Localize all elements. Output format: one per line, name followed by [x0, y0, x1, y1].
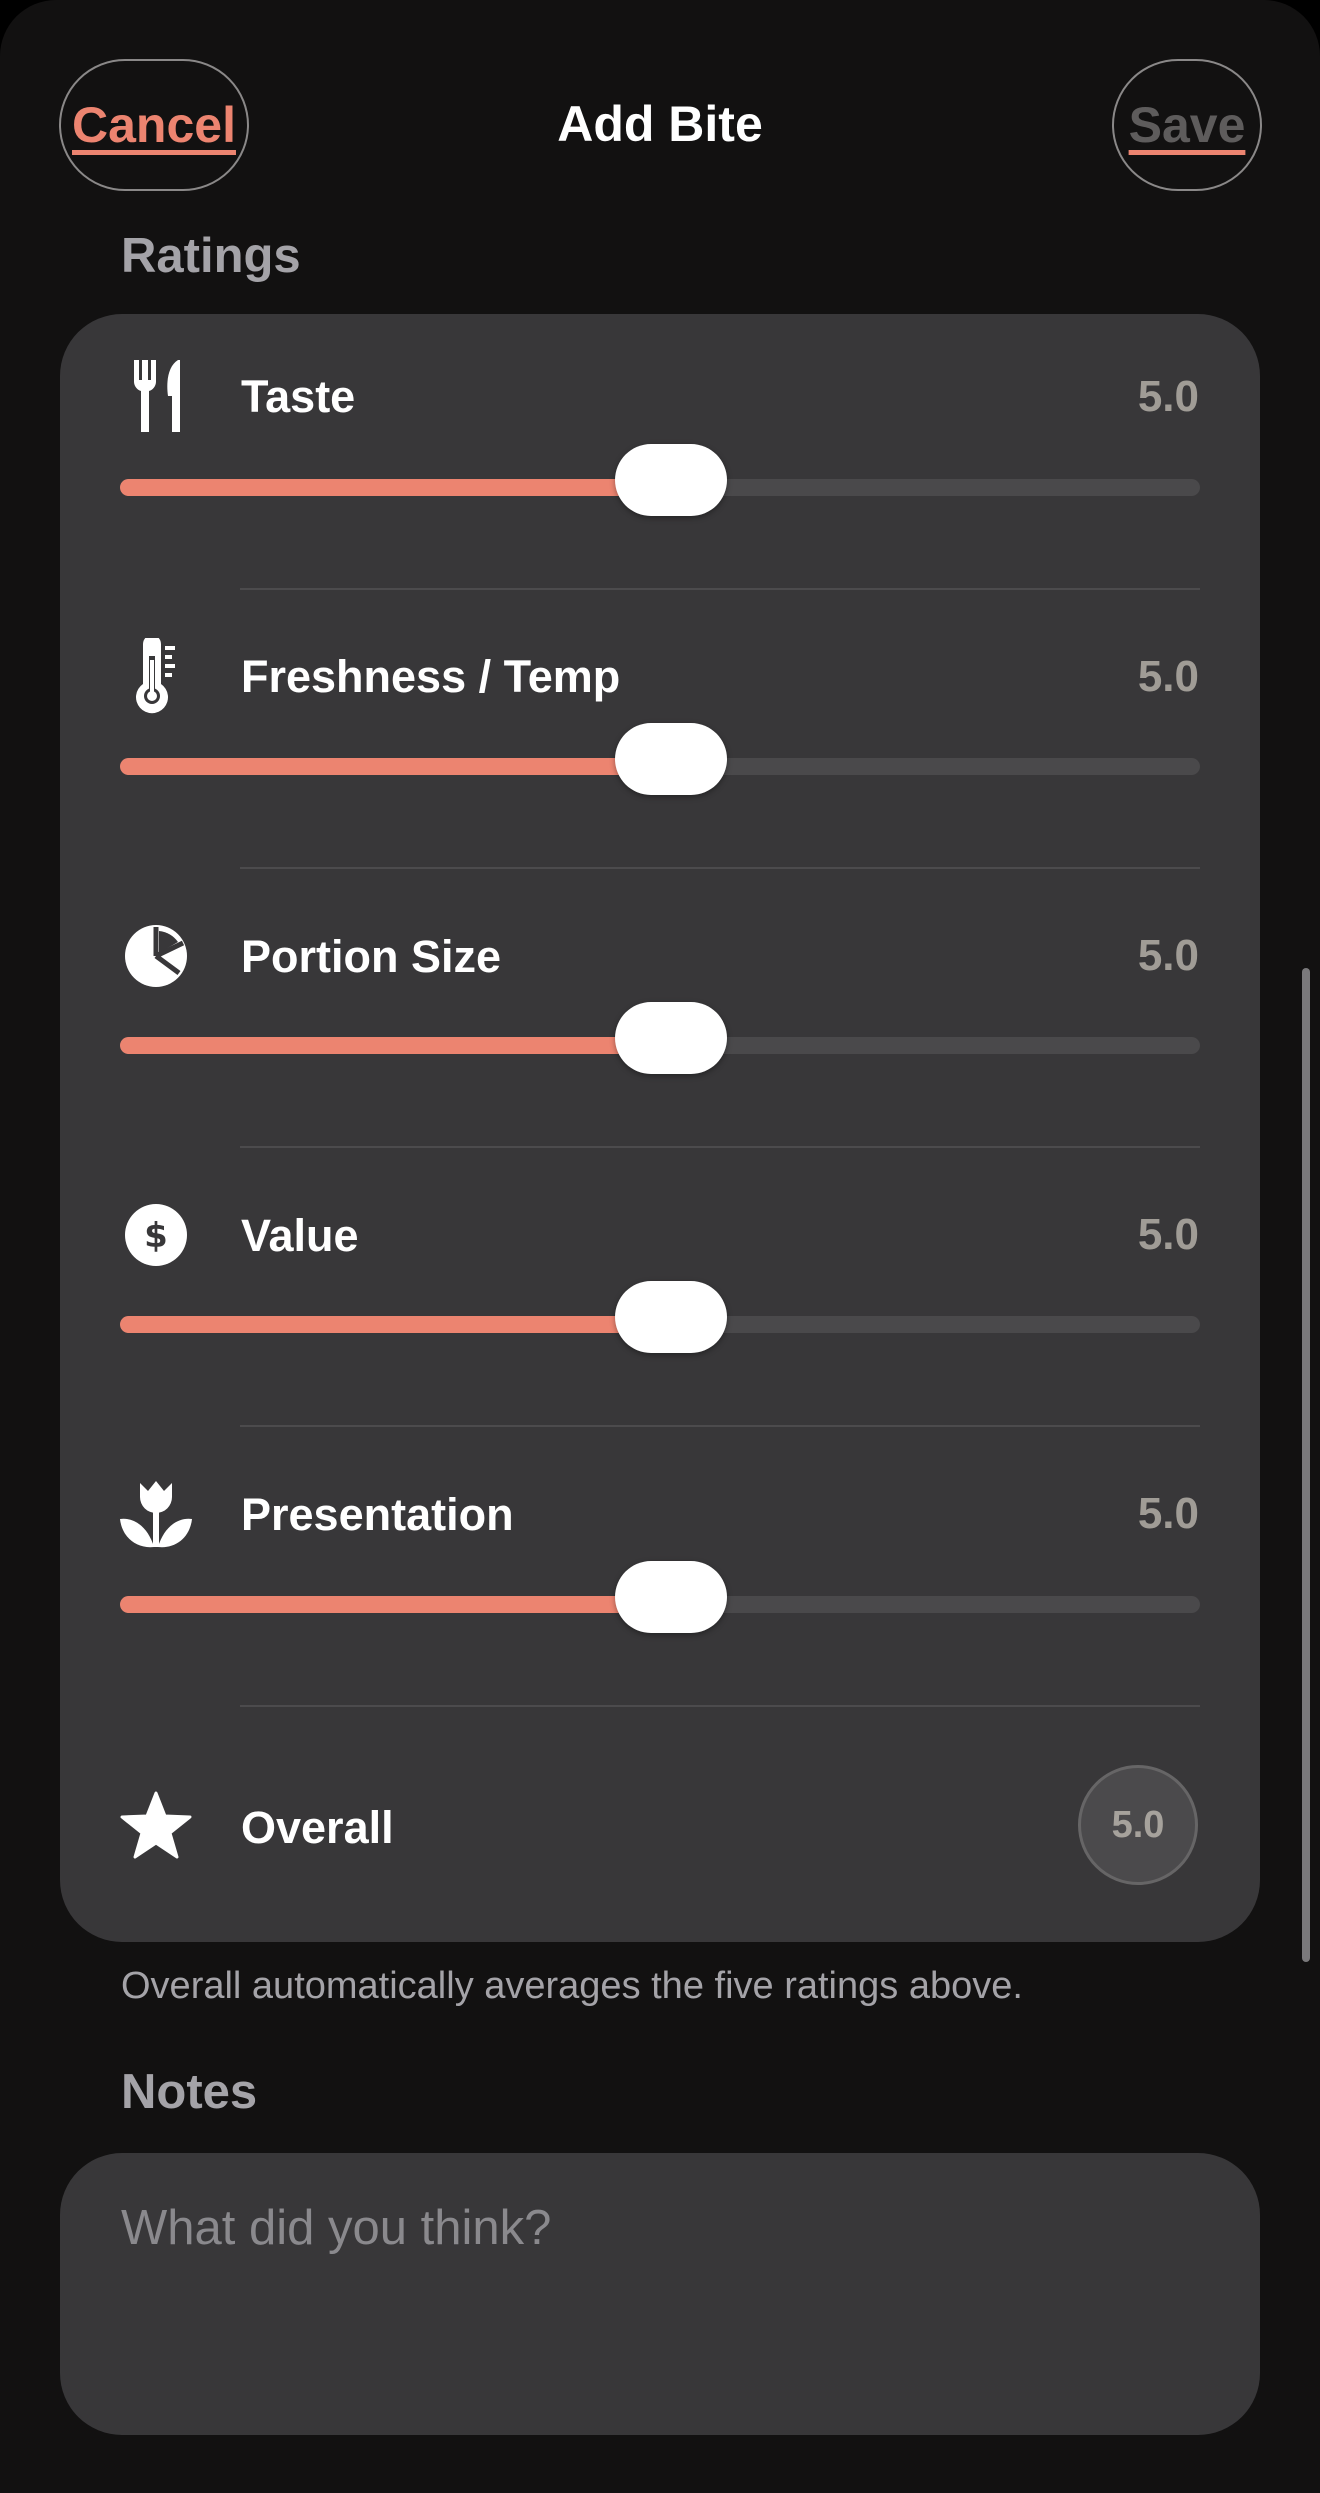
rating-label-portion: Portion Size	[241, 931, 502, 982]
notes-input[interactable]	[60, 2153, 1260, 2435]
taste-slider-thumb[interactable]	[615, 444, 727, 516]
freshness-slider[interactable]	[120, 723, 1200, 795]
dollar-icon: $	[116, 1195, 196, 1275]
scrollbar[interactable]	[1302, 968, 1310, 1962]
divider	[240, 1146, 1200, 1148]
overall-score-badge: 5.0	[1078, 1765, 1198, 1885]
portion-slider-thumb[interactable]	[615, 1002, 727, 1074]
rating-label-taste: Taste	[241, 371, 356, 422]
taste-slider-fill	[120, 479, 671, 496]
freshness-slider-fill	[120, 758, 671, 775]
rating-value-taste: 5.0	[1137, 372, 1199, 421]
notes-placeholder: What did you think?	[121, 2201, 552, 2255]
overall-label: Overall	[241, 1802, 394, 1853]
value-slider-fill	[120, 1316, 671, 1333]
fork-knife-icon	[116, 356, 196, 436]
tulip-icon	[116, 1474, 196, 1554]
freshness-slider-thumb[interactable]	[615, 723, 727, 795]
rating-label-freshness: Freshness / Temp	[241, 651, 621, 702]
divider	[240, 588, 1200, 590]
ratings-section-header: Ratings	[121, 229, 301, 283]
value-slider-thumb[interactable]	[615, 1281, 727, 1353]
save-button[interactable]: Save	[1112, 59, 1262, 191]
thermometer-icon	[116, 636, 196, 716]
rating-value-value: 5.0	[1137, 1210, 1199, 1259]
divider	[240, 867, 1200, 869]
divider	[240, 1705, 1200, 1707]
rating-label-presentation: Presentation	[241, 1489, 514, 1540]
taste-slider[interactable]	[120, 444, 1200, 516]
presentation-slider-thumb[interactable]	[615, 1561, 727, 1633]
divider	[240, 1425, 1200, 1427]
presentation-slider[interactable]	[120, 1561, 1200, 1633]
notes-section-header: Notes	[121, 2065, 258, 2119]
pie-chart-icon	[116, 916, 196, 996]
rating-value-presentation: 5.0	[1137, 1489, 1199, 1538]
portion-slider-fill	[120, 1037, 671, 1054]
ratings-card	[60, 314, 1260, 1942]
rating-value-portion: 5.0	[1137, 931, 1199, 980]
star-icon	[116, 1785, 196, 1865]
rating-label-value: Value	[241, 1210, 359, 1261]
rating-value-freshness: 5.0	[1137, 652, 1199, 701]
svg-text:$: $	[144, 1216, 168, 1256]
portion-slider[interactable]	[120, 1002, 1200, 1074]
overall-footnote: Overall automatically averages the five …	[121, 1965, 1023, 2007]
presentation-slider-fill	[120, 1596, 671, 1613]
value-slider[interactable]	[120, 1281, 1200, 1353]
